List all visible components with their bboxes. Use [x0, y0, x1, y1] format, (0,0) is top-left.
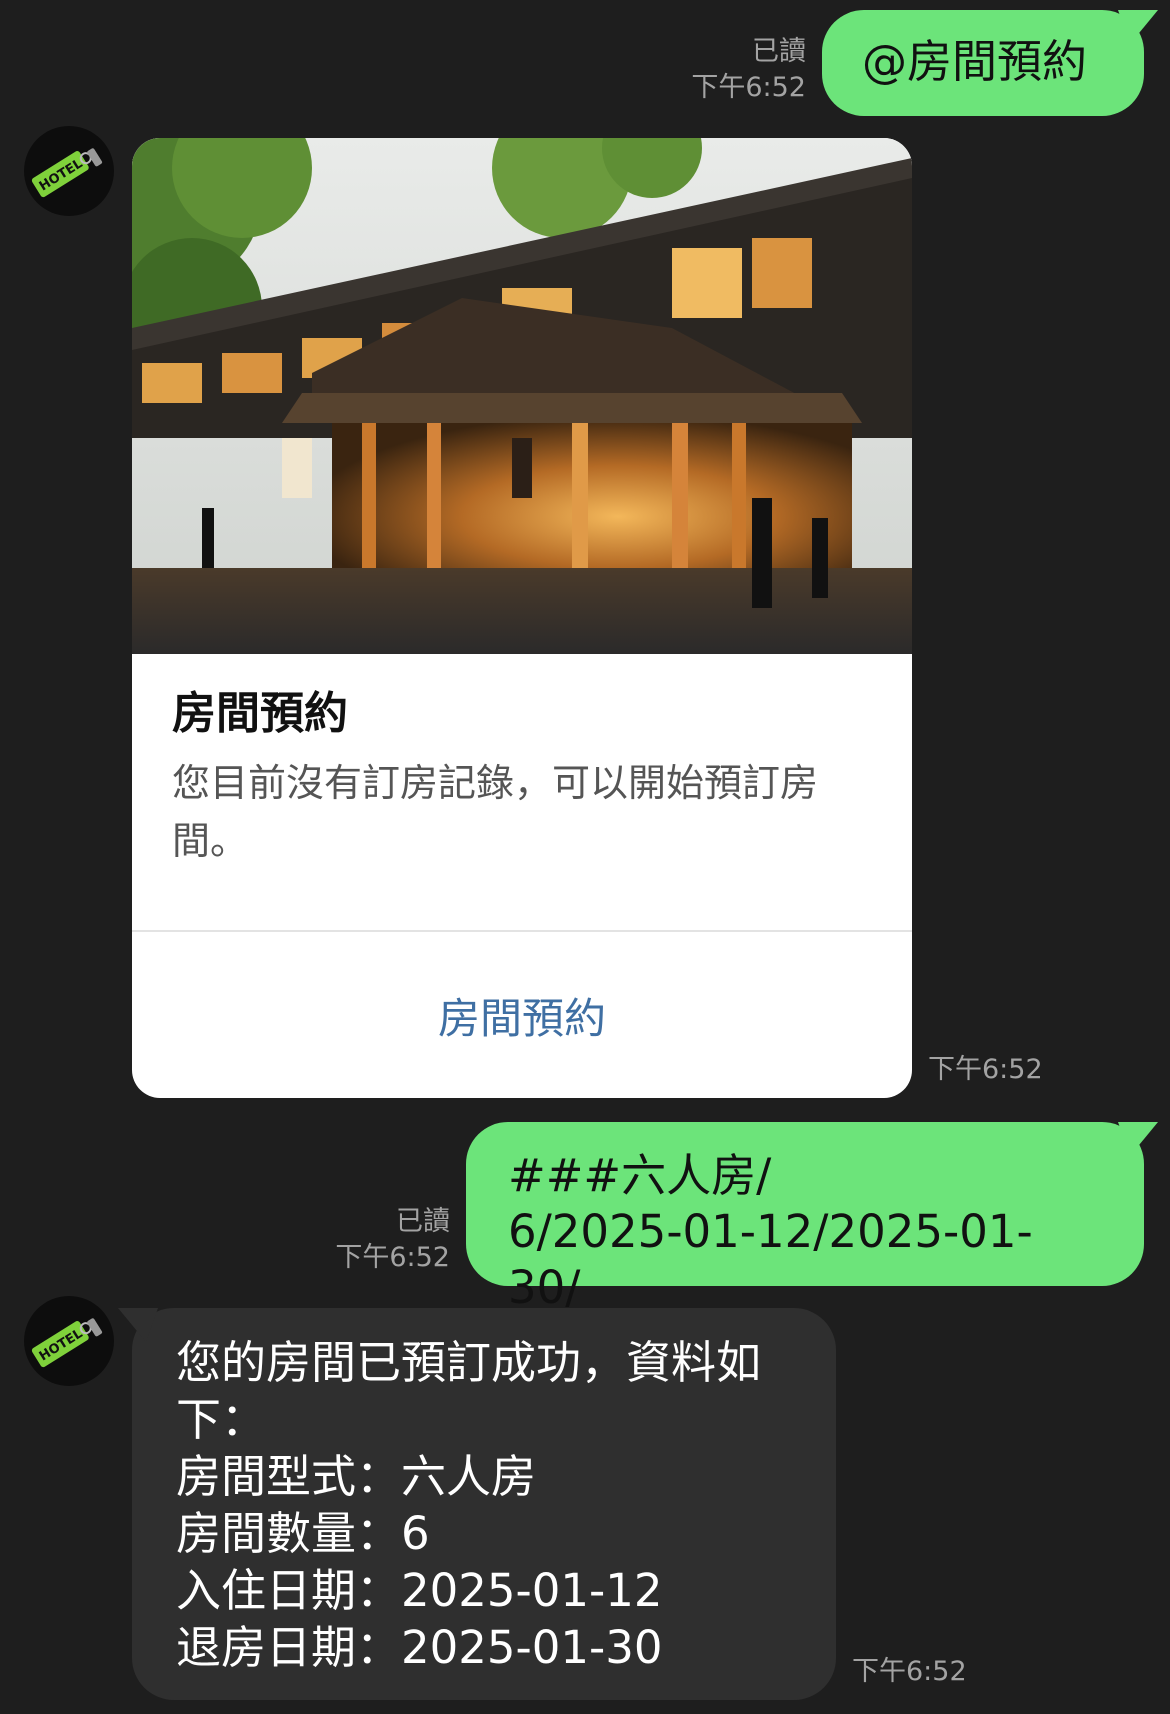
bubble-tail	[118, 1308, 158, 1342]
reply-line: 入住日期：2025-01-12	[176, 1564, 663, 1617]
hotel-keytag-icon: HOTEL	[31, 148, 103, 198]
bubble-tail	[1118, 10, 1158, 44]
message-time: 下午6:52	[335, 1242, 450, 1273]
incoming-message[interactable]: 您的房間已預訂成功，資料如 下： 房間型式：六人房 房間數量：6 入住日期：20…	[118, 1308, 836, 1700]
message-time: 下午6:52	[928, 1054, 1043, 1085]
message-text: @房間預約	[862, 35, 1088, 88]
outgoing-message[interactable]: @房間預約	[822, 10, 1158, 116]
read-receipt: 已讀	[752, 36, 806, 67]
message-time: 下午6:52	[852, 1656, 967, 1687]
ryokan-photo	[132, 138, 912, 654]
message-meta: 已讀 下午6:52	[250, 1204, 450, 1276]
reply-line: 房間型式：六人房	[176, 1450, 537, 1503]
reply-line: 下：	[176, 1393, 267, 1446]
book-room-button[interactable]: 房間預約	[132, 932, 912, 1098]
card-description: 您目前沒有訂房記錄，可以開始預訂房間。	[172, 761, 819, 863]
reply-line: 房間數量：6	[176, 1507, 430, 1560]
outgoing-message[interactable]: ###六人房/ 6/2025-01-12/2025-01-30/	[466, 1122, 1158, 1314]
chat-view: 已讀 下午6:52 @房間預約 HOTEL 房間預約 您目前沒有訂房記錄，可以開…	[0, 0, 1170, 1714]
message-text-line: ###六人房/	[508, 1149, 772, 1202]
message-text-line: 6/2025-01-12/2025-01-30/	[508, 1205, 1033, 1314]
read-receipt: 已讀	[396, 1206, 450, 1237]
hotel-keytag-icon: HOTEL	[31, 1318, 103, 1368]
message-time: 下午6:52	[691, 72, 806, 103]
bot-avatar[interactable]: HOTEL	[24, 126, 114, 216]
reply-line: 退房日期：2025-01-30	[176, 1621, 663, 1674]
bubble-tail	[1118, 1122, 1158, 1156]
reply-line: 您的房間已預訂成功，資料如	[176, 1336, 762, 1389]
booking-card: 房間預約 您目前沒有訂房記錄，可以開始預訂房間。 房間預約	[132, 138, 912, 1098]
bot-avatar[interactable]: HOTEL	[24, 1296, 114, 1386]
message-meta: 已讀 下午6:52	[606, 34, 806, 106]
card-title: 房間預約	[172, 688, 348, 739]
